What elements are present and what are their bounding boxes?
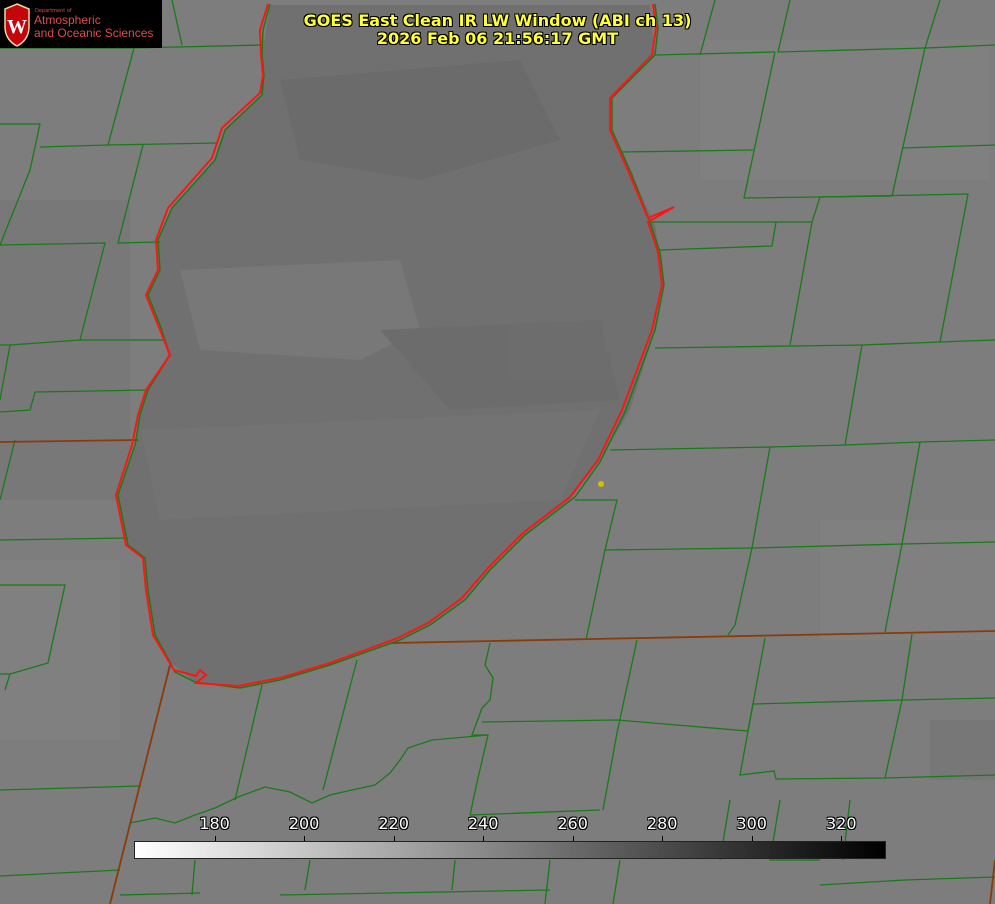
colorbar-tick-label: 200 [288,814,320,833]
image-timestamp: 2026 Feb 06 21:56:17 GMT [376,29,619,48]
colorbar-tick-label: 320 [825,814,857,833]
colorbar-tick-label: 280 [646,814,678,833]
image-title: GOES East Clean IR LW Window (ABI ch 13) [303,11,692,30]
satellite-image [0,0,995,904]
svg-text:W: W [7,16,27,38]
colorbar-tick-label: 300 [736,814,767,833]
colorbar-tick-label: 180 [199,814,230,833]
colorbar-tick-label: 260 [557,814,588,833]
colorbar-tick-label: 240 [467,814,499,833]
uw-aos-logo: W Department of Atmospheric and Oceanic … [0,0,162,48]
uw-crest-icon: W [4,3,30,47]
satellite-map-view: W Department of Atmospheric and Oceanic … [0,0,995,904]
logo-line-2: and Oceanic Sciences [34,26,154,40]
colorbar [134,841,886,859]
location-marker [598,481,604,487]
colorbar-tick-label: 220 [378,814,409,833]
